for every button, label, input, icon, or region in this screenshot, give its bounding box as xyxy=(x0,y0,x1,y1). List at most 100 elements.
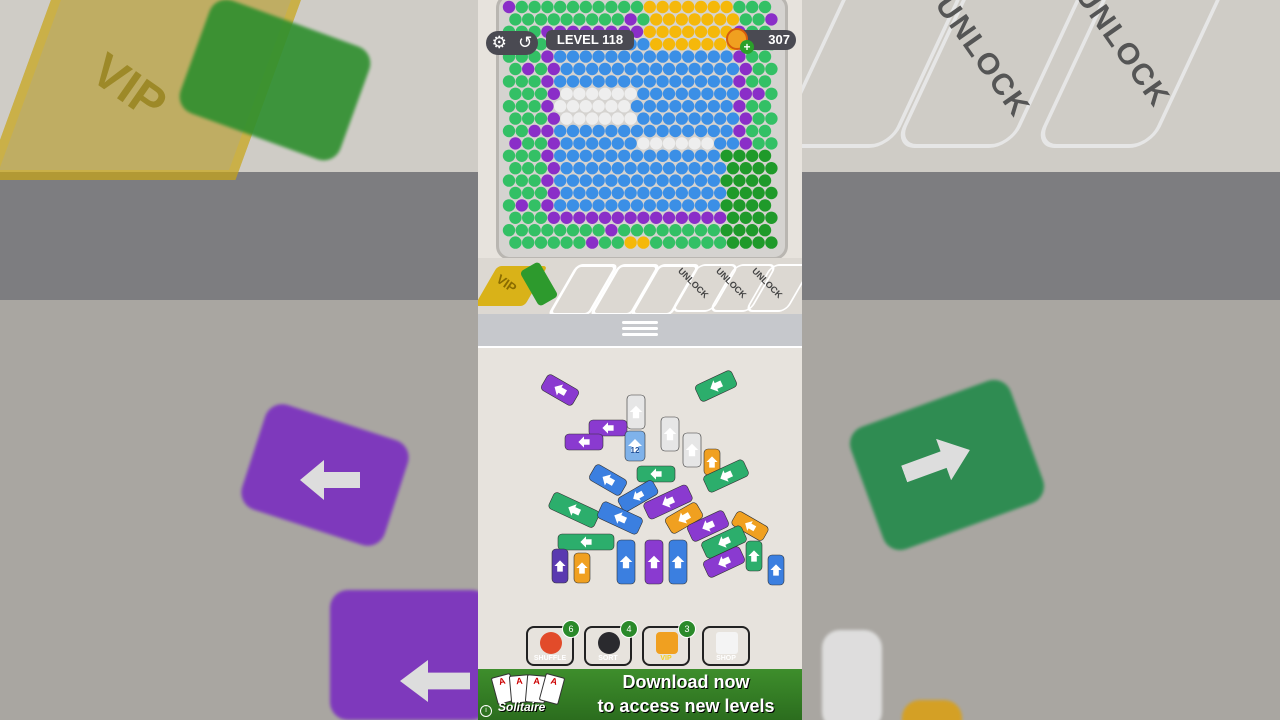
vehicle[interactable] xyxy=(694,369,738,402)
ball xyxy=(669,174,682,187)
ball xyxy=(662,38,676,51)
ball xyxy=(592,199,605,212)
ad-banner[interactable]: i A A A A Solitaire Download now to acce… xyxy=(478,669,802,720)
ball xyxy=(598,137,612,150)
ball xyxy=(720,199,733,212)
ball xyxy=(714,236,727,249)
shuffle-button[interactable]: SHUFFLE 6 xyxy=(526,620,580,666)
vehicle[interactable] xyxy=(636,465,676,483)
backdrop-yellow-car xyxy=(902,700,962,720)
vehicle[interactable] xyxy=(660,416,680,452)
ball xyxy=(566,100,580,113)
ball xyxy=(522,13,535,26)
vip-button[interactable]: VIP 3 xyxy=(642,620,696,666)
ball xyxy=(739,62,752,76)
ball xyxy=(586,186,599,200)
booster-bar: SHUFFLE 6 SORT 4 VIP 3 SHOP xyxy=(522,620,762,668)
ball xyxy=(592,174,605,187)
shop-label: SHOP xyxy=(716,655,736,662)
ball xyxy=(598,87,612,101)
vehicle[interactable] xyxy=(551,548,569,584)
ball xyxy=(534,87,548,101)
ball xyxy=(541,124,554,138)
ball xyxy=(656,174,669,187)
ball xyxy=(541,224,554,237)
ball xyxy=(688,137,701,150)
ball xyxy=(522,87,535,101)
ball xyxy=(765,162,778,175)
ball xyxy=(752,186,765,200)
ball xyxy=(733,75,746,88)
ball xyxy=(714,186,727,200)
ball xyxy=(579,75,592,88)
vehicle[interactable] xyxy=(616,539,636,585)
ball xyxy=(605,75,618,88)
ball xyxy=(694,224,708,237)
vehicle[interactable] xyxy=(745,540,763,572)
ball xyxy=(726,211,740,224)
ball xyxy=(688,211,701,224)
ball xyxy=(758,149,772,162)
ball xyxy=(643,174,656,187)
ball xyxy=(688,38,701,51)
ball xyxy=(726,162,740,175)
shuffle-icon xyxy=(540,632,562,654)
vehicle[interactable] xyxy=(573,552,591,584)
ball xyxy=(554,0,567,14)
ball xyxy=(643,75,656,88)
vehicle[interactable] xyxy=(682,432,702,468)
vehicle[interactable] xyxy=(564,433,604,451)
ball xyxy=(566,0,580,14)
vehicle[interactable] xyxy=(557,533,615,551)
ball xyxy=(643,50,656,63)
vehicle[interactable] xyxy=(767,554,785,586)
ad-headline: Download now xyxy=(622,672,750,692)
ball xyxy=(650,87,663,101)
vehicle[interactable] xyxy=(588,419,628,437)
ball xyxy=(752,87,765,101)
vehicle[interactable] xyxy=(668,539,688,585)
ball xyxy=(739,137,752,150)
ad-subline: to access new levels xyxy=(597,696,775,716)
undo-icon[interactable]: ↺ xyxy=(518,33,532,53)
ball xyxy=(662,112,676,125)
vehicle-capacity-badge: 12 xyxy=(631,446,640,455)
shop-button[interactable]: SHOP xyxy=(702,626,750,666)
ball xyxy=(502,0,516,14)
ball xyxy=(624,137,637,150)
ball xyxy=(515,199,528,212)
vehicle[interactable] xyxy=(626,394,646,430)
ball xyxy=(733,0,746,14)
sort-button[interactable]: SORT 4 xyxy=(584,620,638,666)
ball xyxy=(682,149,695,162)
ball xyxy=(688,236,701,249)
ball xyxy=(573,162,586,175)
ball xyxy=(643,199,656,212)
ball xyxy=(656,100,669,113)
drag-handle-icon[interactable] xyxy=(622,318,658,342)
ball xyxy=(573,87,586,101)
coin-counter[interactable]: + 307 xyxy=(726,28,796,54)
add-coins-icon[interactable]: + xyxy=(740,40,754,54)
ball xyxy=(547,87,560,101)
ball xyxy=(547,13,560,26)
vehicle[interactable] xyxy=(644,539,664,585)
ball xyxy=(720,50,733,63)
ball xyxy=(746,75,759,88)
ball xyxy=(669,199,682,212)
vehicle[interactable] xyxy=(540,373,580,407)
ad-info-icon[interactable]: i xyxy=(480,705,492,717)
gear-icon[interactable]: ⚙ xyxy=(492,33,507,53)
ball xyxy=(637,186,650,200)
ball xyxy=(624,162,637,175)
ball xyxy=(579,0,592,14)
sort-count: 4 xyxy=(620,620,638,638)
ball xyxy=(528,224,541,237)
ball xyxy=(586,211,599,224)
vehicle[interactable] xyxy=(588,463,628,497)
ball xyxy=(675,162,688,175)
ball xyxy=(669,75,682,88)
ball xyxy=(528,174,541,187)
vehicle[interactable] xyxy=(548,491,601,528)
ball xyxy=(586,112,599,125)
